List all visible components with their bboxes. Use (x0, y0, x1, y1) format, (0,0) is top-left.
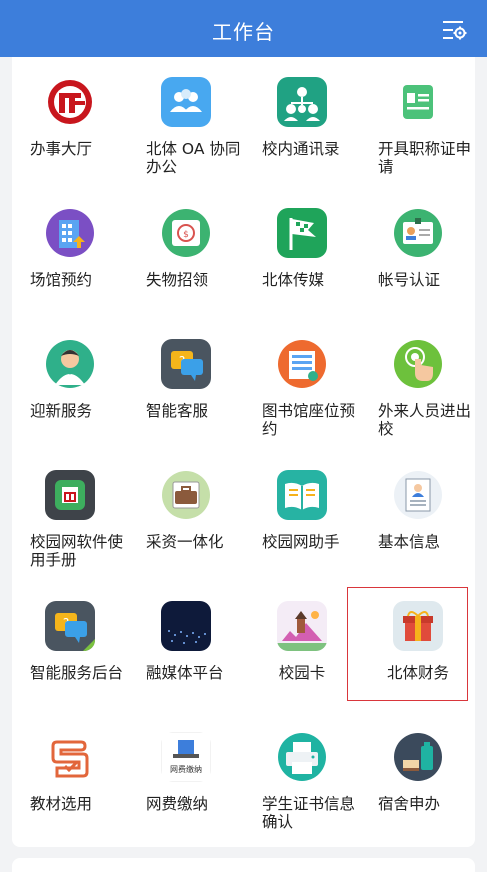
app-tile-media-platform[interactable]: 融媒体平台 (128, 581, 244, 711)
lost-found-icon: $ (161, 208, 211, 258)
app-tile-network-fee[interactable]: 网费缴纳 网费缴纳 (128, 712, 244, 842)
app-tile-library-seat[interactable]: 图书馆座位预约 (244, 319, 360, 449)
textbook-icon (45, 732, 95, 782)
media-platform-icon (161, 601, 211, 651)
app-tile-oa[interactable]: 北体 OA 协同办公 (128, 57, 244, 187)
app-tile-service-hall[interactable]: 办事大厅 (12, 57, 128, 187)
app-label: 失物招领 (146, 271, 209, 289)
app-label: 融媒体平台 (146, 664, 224, 682)
network-fee-icon: 网费缴纳 (161, 732, 211, 782)
app-tile-procurement[interactable]: 采资一体化 (128, 450, 244, 580)
app-label: 帐号认证 (378, 271, 441, 289)
network-fee-icon-text: 网费缴纳 (170, 764, 202, 774)
app-label: 北体 OA 协同办公 (146, 140, 241, 176)
app-tile-title-certificate[interactable]: 开具职称证申请 (360, 57, 476, 187)
app-label: 北体财务 (386, 664, 449, 682)
svg-text:$: $ (183, 230, 189, 240)
flag-icon (277, 208, 327, 258)
app-tile-campus-card[interactable]: 校园卡 (244, 581, 360, 711)
secondary-card (12, 858, 475, 872)
welcome-person-icon (45, 339, 95, 389)
printer-icon (277, 732, 327, 782)
app-label: 外来人员进出校 (378, 402, 472, 438)
id-card-icon (393, 77, 443, 127)
app-label: 办事大厅 (30, 140, 93, 158)
app-tile-dorm[interactable]: 宿舍申办 (360, 712, 476, 842)
app-tile-lost-found[interactable]: $ 失物招领 (128, 188, 244, 318)
app-label: 场馆预约 (30, 271, 93, 289)
app-label: 网费缴纳 (146, 795, 209, 813)
tap-hand-icon (393, 339, 443, 389)
campus-card-icon (277, 601, 327, 651)
app-label: 智能客服 (146, 402, 209, 420)
top-bar: 工作台 (0, 0, 487, 57)
contacts-network-icon (277, 77, 327, 127)
app-tile-welcome[interactable]: 迎新服务 (12, 319, 128, 449)
app-label: 智能服务后台 (30, 664, 124, 682)
app-label: 宿舍申办 (378, 795, 441, 813)
profile-document-icon (393, 470, 443, 520)
app-tile-account-verify[interactable]: 帐号认证 (360, 188, 476, 318)
dorm-icon (393, 732, 443, 782)
badge-icon (393, 208, 443, 258)
app-label: 图书馆座位预约 (262, 402, 356, 438)
app-tile-certificate-confirm[interactable]: 学生证书信息确认 (244, 712, 360, 842)
app-label: 教材选用 (30, 795, 93, 813)
app-label: 校园卡 (278, 664, 326, 682)
app-label: 开具职称证申请 (378, 140, 472, 176)
app-tile-venue-booking[interactable]: 场馆预约 (12, 188, 128, 318)
app-tile-contacts[interactable]: 校内通讯录 (244, 57, 360, 187)
building-icon (45, 208, 95, 258)
app-tile-network-helper[interactable]: 校园网助手 (244, 450, 360, 580)
app-label: 学生证书信息确认 (262, 795, 356, 831)
app-label: 北体传媒 (262, 271, 325, 289)
gift-box-icon (393, 601, 443, 651)
app-label: 校内通讯录 (262, 140, 340, 158)
app-tile-smart-service-admin[interactable]: ? 智能服务后台 (12, 581, 128, 711)
app-tile-network-manual[interactable]: 校园网软件使用手册 (12, 450, 128, 580)
open-book-icon (277, 470, 327, 520)
app-label: 基本信息 (378, 533, 441, 551)
settings-icon[interactable] (441, 18, 467, 42)
app-label: 迎新服务 (30, 402, 93, 420)
app-tile-basic-info[interactable]: 基本信息 (360, 450, 476, 580)
app-tile-visitor[interactable]: 外来人员进出校 (360, 319, 476, 449)
people-group-icon (161, 77, 211, 127)
app-label: 采资一体化 (146, 533, 224, 551)
app-label: 校园网助手 (262, 533, 340, 551)
app-tile-finance[interactable]: 北体财务 (360, 581, 476, 711)
app-tile-media[interactable]: 北体传媒 (244, 188, 360, 318)
chat-bubbles-icon: ? (45, 601, 95, 651)
library-icon (277, 339, 327, 389)
briefcase-icon (161, 470, 211, 520)
manual-icon (45, 470, 95, 520)
app-tile-smart-cs[interactable]: ? 智能客服 (128, 319, 244, 449)
app-tile-textbook[interactable]: 教材选用 (12, 712, 128, 842)
page-title: 工作台 (212, 20, 275, 44)
apps-card: 办事大厅 北体 OA 协同办公 校内通讯录 开具职称证申请 场馆预约 $ 失物招… (12, 57, 475, 847)
app-label: 校园网软件使用手册 (30, 533, 124, 569)
red-logo-icon (45, 77, 95, 127)
chat-bubbles-icon: ? (161, 339, 211, 389)
